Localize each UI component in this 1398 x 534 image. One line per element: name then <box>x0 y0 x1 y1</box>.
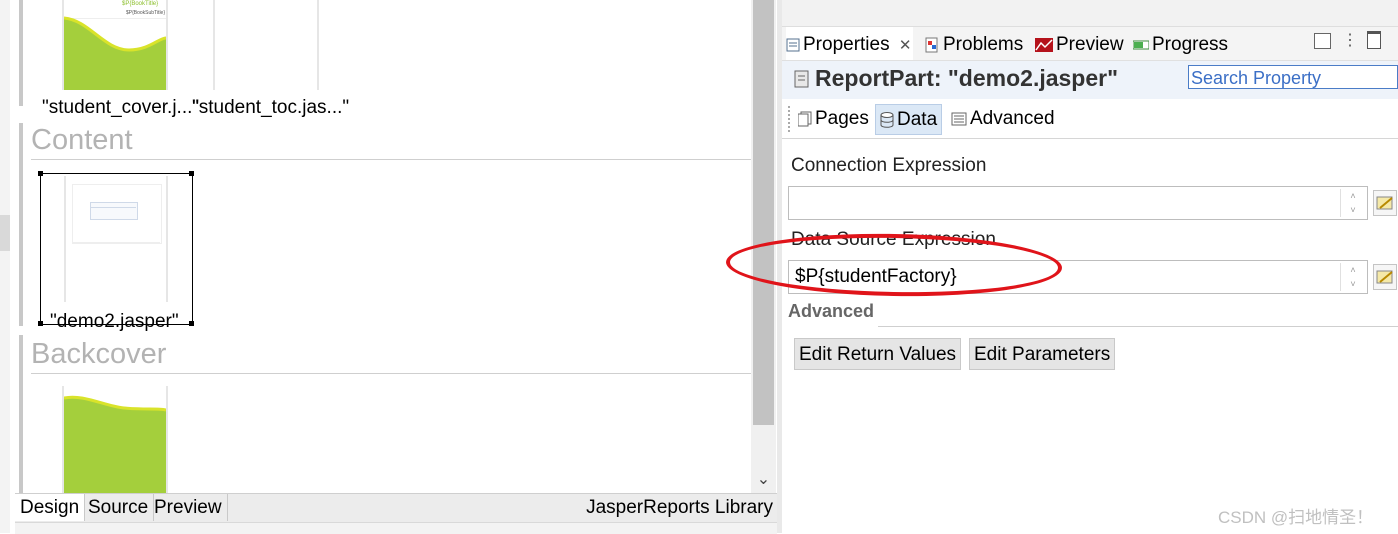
advanced-section-rule <box>878 326 1398 327</box>
scroll-down-chevron-icon[interactable]: ⌄ <box>751 470 776 490</box>
edit-expression-icon <box>1376 196 1393 210</box>
tab-preview[interactable]: Preview <box>149 494 228 521</box>
tab-data[interactable]: Data <box>875 104 943 135</box>
edit-expression-icon <box>1376 270 1393 284</box>
connection-expression-field[interactable] <box>788 186 1368 220</box>
backcover-thumbnail[interactable] <box>62 386 168 493</box>
editor-gutter <box>0 0 10 533</box>
tab-problems[interactable]: Problems <box>924 27 1023 60</box>
pages-icon <box>798 111 812 127</box>
minimize-icon[interactable] <box>1367 31 1381 49</box>
properties-page-tabs: Pages Data Advanced <box>782 100 1398 139</box>
tab-grip <box>788 106 792 132</box>
student-toc-thumbnail[interactable] <box>213 0 319 90</box>
gutter-marker <box>0 215 10 251</box>
backcover-section-rule <box>31 373 751 374</box>
tab-properties-label: Properties <box>803 34 890 55</box>
properties-header-title: ReportPart: "demo2.jasper" <box>815 65 1118 91</box>
datasource-expression-edit-button[interactable] <box>1373 264 1397 290</box>
content-section-rule <box>31 159 751 160</box>
selection-handle[interactable] <box>189 321 194 326</box>
report-designer-editor: $P{BookTitle} $P{BookSubTitle} "student_… <box>0 0 782 534</box>
database-icon <box>880 111 894 128</box>
tab-advanced[interactable]: Advanced <box>947 104 1059 133</box>
cover-section-bar <box>19 0 23 106</box>
toc-item-caption[interactable]: "student_toc.jas..." <box>192 97 349 119</box>
tab-progress[interactable]: Progress <box>1133 27 1228 60</box>
editor-bottom-tabs: Design Source Preview JasperReports Libr… <box>15 493 777 522</box>
view-menu-icon[interactable]: ⋮ <box>1342 30 1358 50</box>
new-view-icon[interactable] <box>1314 33 1331 49</box>
view-tab-bar: Properties ✕ Problems Preview Progress ⋮ <box>782 27 1398 61</box>
tab-advanced-label: Advanced <box>970 108 1055 129</box>
selection-handle[interactable] <box>38 171 43 176</box>
tab-preview-view-label: Preview <box>1056 34 1124 55</box>
tab-preview-view[interactable]: Preview <box>1035 27 1124 60</box>
panel-top-strip <box>782 0 1398 27</box>
problems-icon <box>925 37 938 53</box>
backcover-section-bar <box>19 335 23 493</box>
tab-progress-label: Progress <box>1152 34 1229 55</box>
backcover-section-title: Backcover <box>31 338 167 370</box>
connection-expression-label: Connection Expression <box>791 155 987 176</box>
tab-design[interactable]: Design <box>15 494 86 521</box>
tab-data-label: Data <box>897 109 938 130</box>
selection-handle[interactable] <box>189 171 194 176</box>
preview-chart-icon <box>1035 37 1053 52</box>
connection-expression-edit-button[interactable] <box>1373 190 1397 216</box>
tab-properties[interactable]: Properties ✕ <box>786 27 914 60</box>
editor-status-strip <box>15 522 777 534</box>
datasource-expression-spinner[interactable]: ˄ ˅ <box>1340 263 1365 291</box>
progress-icon <box>1133 40 1149 50</box>
edit-parameters-button[interactable]: Edit Parameters <box>969 338 1116 370</box>
student-cover-thumbnail[interactable]: $P{BookTitle} $P{BookSubTitle} <box>62 0 168 90</box>
properties-header: ReportPart: "demo2.jasper" Search Proper… <box>782 61 1398 99</box>
demo2-thumbnail[interactable] <box>64 176 168 302</box>
demo2-caption[interactable]: "demo2.jasper" <box>50 311 179 333</box>
csdn-watermark: CSDN @扫地情圣！ <box>1218 508 1374 527</box>
report-part-icon <box>794 70 809 88</box>
connection-expression-spinner[interactable]: ˄ ˅ <box>1340 189 1365 217</box>
cover-green-wave <box>64 16 166 90</box>
advanced-icon <box>951 112 967 126</box>
advanced-section-label: Advanced <box>788 301 875 321</box>
search-property-input[interactable]: Search Property <box>1188 65 1398 89</box>
close-tab-icon[interactable]: ✕ <box>899 37 912 54</box>
content-section-title: Content <box>31 124 133 156</box>
selection-handle[interactable] <box>38 321 43 326</box>
tab-pages[interactable]: Pages <box>794 104 873 133</box>
cover-item-caption[interactable]: "student_cover.j..." <box>42 97 199 119</box>
tab-pages-label: Pages <box>815 108 869 129</box>
backcover-green-wave <box>64 395 166 493</box>
properties-panel: Properties ✕ Problems Preview Progress ⋮… <box>725 0 1398 533</box>
tab-source[interactable]: Source <box>83 494 155 521</box>
properties-icon <box>786 38 800 52</box>
jasperreports-library-label[interactable]: JasperReports Library <box>586 494 773 521</box>
tab-problems-label: Problems <box>943 34 1024 55</box>
content-section-bar <box>19 123 23 326</box>
edit-return-values-button[interactable]: Edit Return Values <box>794 338 962 370</box>
scrollbar-thumb[interactable] <box>753 0 774 425</box>
